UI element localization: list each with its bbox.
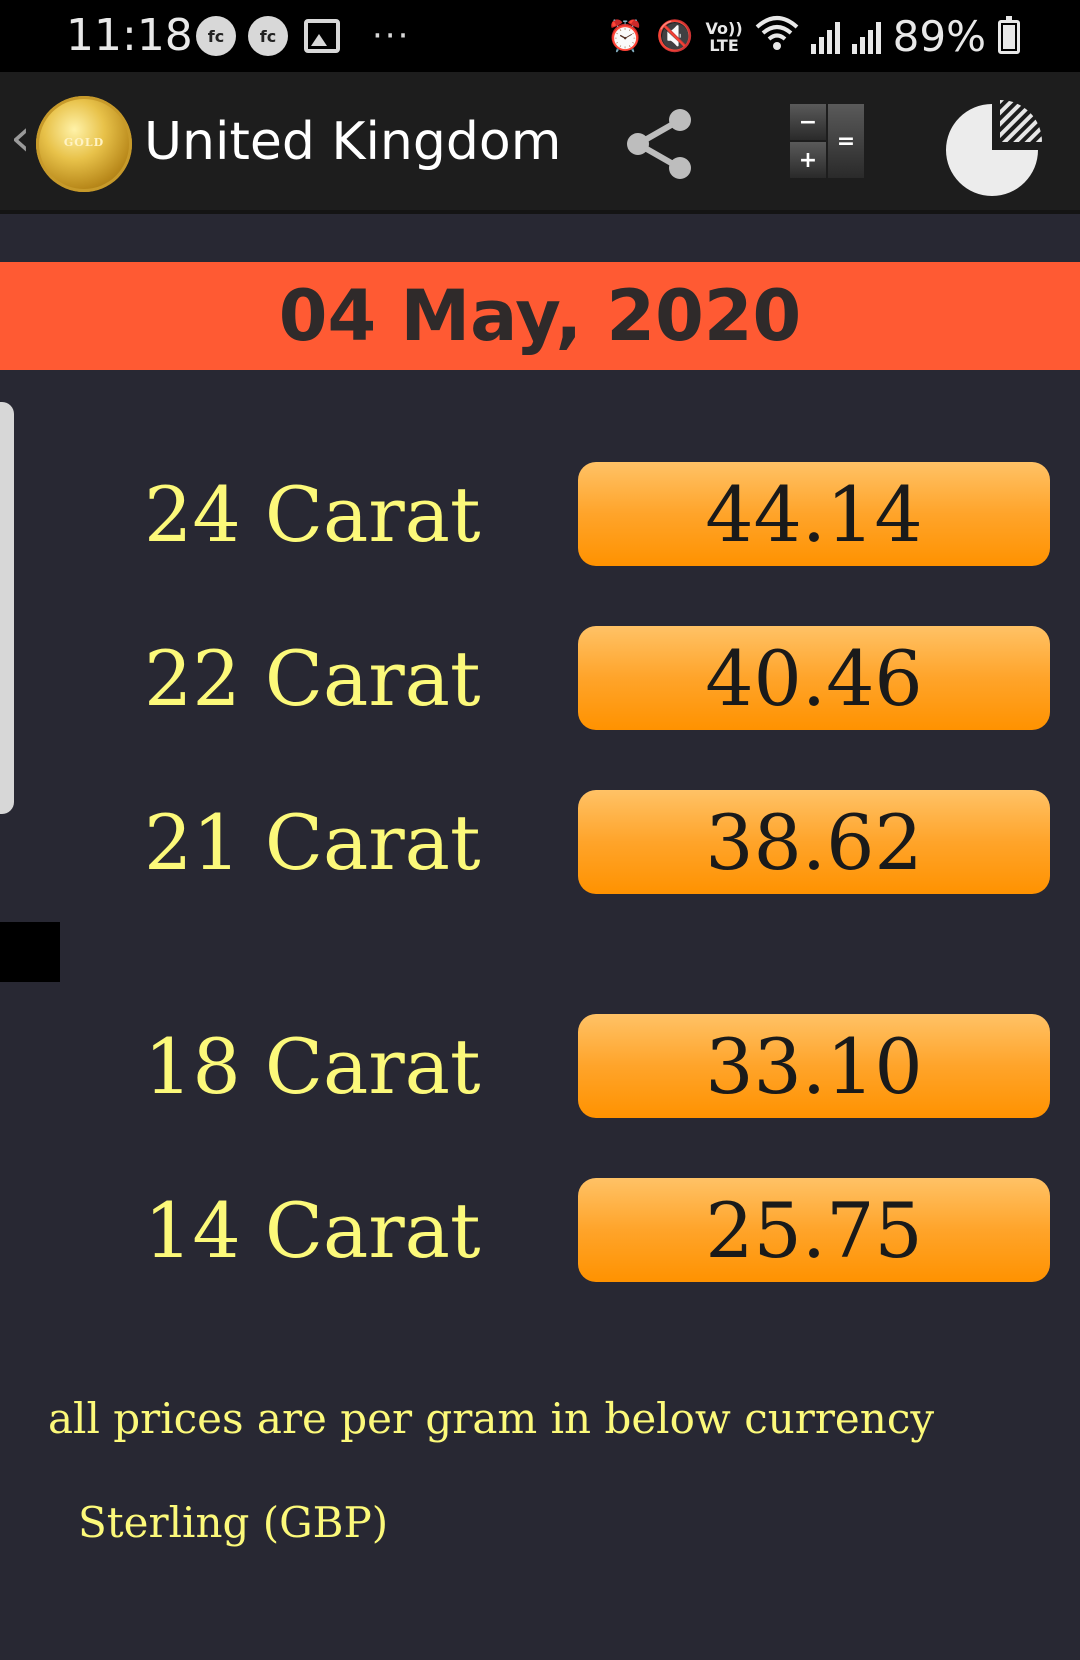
app-bar: ‹ GOLD United Kingdom − = + — [0, 72, 1080, 214]
calc-equals-icon: = — [828, 104, 864, 178]
share-icon — [627, 109, 691, 179]
share-button[interactable] — [622, 106, 698, 182]
logo-text: GOLD — [63, 136, 105, 149]
battery-percent: 89% — [892, 12, 986, 61]
pie-chart-icon — [946, 100, 1042, 196]
price-pill[interactable]: 38.62 — [578, 790, 1050, 894]
date-banner: 04 May, 2020 — [0, 262, 1080, 370]
price-value: 40.46 — [705, 633, 923, 723]
status-time: 11:18 — [66, 10, 193, 61]
alarm-icon: ⏰ — [606, 19, 645, 54]
price-row-24k: 24 Carat 44.14 — [0, 462, 1080, 566]
price-value: 44.14 — [705, 469, 923, 559]
price-pill[interactable]: 40.46 — [578, 626, 1050, 730]
signal-2-icon — [851, 20, 881, 54]
price-value: 38.62 — [705, 797, 923, 887]
carat-label: 22 Carat — [144, 634, 481, 723]
currency-label: Sterling (GBP) — [78, 1498, 389, 1547]
price-note: all prices are per gram in below currenc… — [48, 1394, 935, 1443]
price-row-18k: 18 Carat 33.10 — [0, 1014, 1080, 1118]
price-value: 25.75 — [705, 1185, 923, 1275]
carat-label: 14 Carat — [144, 1186, 481, 1275]
carat-label: 18 Carat — [144, 1022, 481, 1111]
mute-icon: 🔇 — [656, 19, 694, 54]
battery-charging-icon — [998, 15, 1020, 54]
fc-notification-icon: fc — [248, 16, 288, 56]
price-date: 04 May, 2020 — [278, 275, 802, 357]
system-icons: ⏰ 🔇 Vo)) LTE 89% — [607, 12, 1020, 61]
lte-label: LTE — [709, 35, 739, 55]
price-pill[interactable]: 44.14 — [578, 462, 1050, 566]
price-pill[interactable]: 33.10 — [578, 1014, 1050, 1118]
status-bar: 11:18 fc fc ··· ⏰ 🔇 Vo)) LTE 89% — [0, 0, 1080, 72]
price-row-22k: 22 Carat 40.46 — [0, 626, 1080, 730]
wifi-icon — [755, 15, 799, 59]
calc-plus-icon: + — [790, 142, 826, 178]
fc-notification-icon: fc — [196, 16, 236, 56]
black-block — [0, 922, 60, 982]
back-icon[interactable]: ‹ — [10, 108, 31, 168]
page-title: United Kingdom — [144, 112, 562, 172]
notification-icons: fc fc ··· — [196, 16, 410, 56]
volte-icon: Vo)) LTE — [706, 20, 743, 54]
gold-coin-logo[interactable]: GOLD — [36, 96, 132, 192]
carat-label: 24 Carat — [144, 470, 481, 559]
calc-minus-icon: − — [790, 104, 826, 140]
price-row-14k: 14 Carat 25.75 — [0, 1178, 1080, 1282]
signal-1-icon — [810, 20, 840, 54]
calculator-button[interactable]: − = + — [790, 104, 864, 178]
carat-label: 21 Carat — [144, 798, 481, 887]
price-value: 33.10 — [705, 1021, 923, 1111]
pie-chart-button[interactable] — [946, 96, 1046, 196]
gallery-icon — [304, 19, 340, 53]
price-row-21k: 21 Carat 38.62 — [0, 790, 1080, 894]
more-notifications-icon: ··· — [372, 16, 411, 56]
price-pill[interactable]: 25.75 — [578, 1178, 1050, 1282]
